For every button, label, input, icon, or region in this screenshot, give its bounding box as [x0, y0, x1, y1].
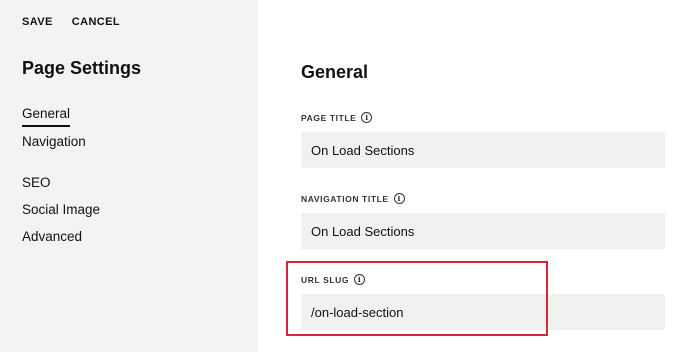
sidebar-item-general[interactable]: General	[22, 106, 71, 127]
info-icon[interactable]: i	[393, 193, 405, 204]
url-slug-input[interactable]	[301, 294, 665, 330]
settings-sidebar: SAVE CANCEL Page Settings General Naviga…	[0, 0, 258, 352]
navigation-title-label-text: NAVIGATION TITLE	[301, 193, 389, 204]
page-title-input[interactable]	[301, 132, 665, 168]
sidebar-item-seo[interactable]: SEO	[22, 175, 51, 191]
sidebar-item-social-image[interactable]: Social Image	[22, 202, 100, 218]
sidebar-item-navigation[interactable]: Navigation	[22, 134, 86, 150]
sidebar-title: Page Settings	[22, 58, 142, 78]
cancel-button[interactable]: CANCEL	[72, 16, 120, 29]
sidebar-item-advanced[interactable]: Advanced	[22, 229, 82, 245]
url-slug-label: URL SLUG i	[301, 274, 366, 285]
section-title: General	[301, 62, 369, 82]
navigation-title-input[interactable]	[301, 213, 665, 249]
top-actions: SAVE CANCEL	[22, 16, 120, 29]
info-icon[interactable]: i	[361, 112, 373, 123]
page-title-label-text: PAGE TITLE	[301, 112, 357, 123]
page-title-label: PAGE TITLE i	[301, 112, 373, 123]
navigation-title-label: NAVIGATION TITLE i	[301, 193, 405, 204]
page-settings-panel: SAVE CANCEL Page Settings General Naviga…	[0, 0, 700, 352]
url-slug-label-text: URL SLUG	[301, 274, 350, 285]
settings-main: General PAGE TITLE i NAVIGATION TITLE i …	[258, 0, 700, 352]
save-button[interactable]: SAVE	[22, 16, 53, 29]
info-icon[interactable]: i	[354, 274, 366, 285]
